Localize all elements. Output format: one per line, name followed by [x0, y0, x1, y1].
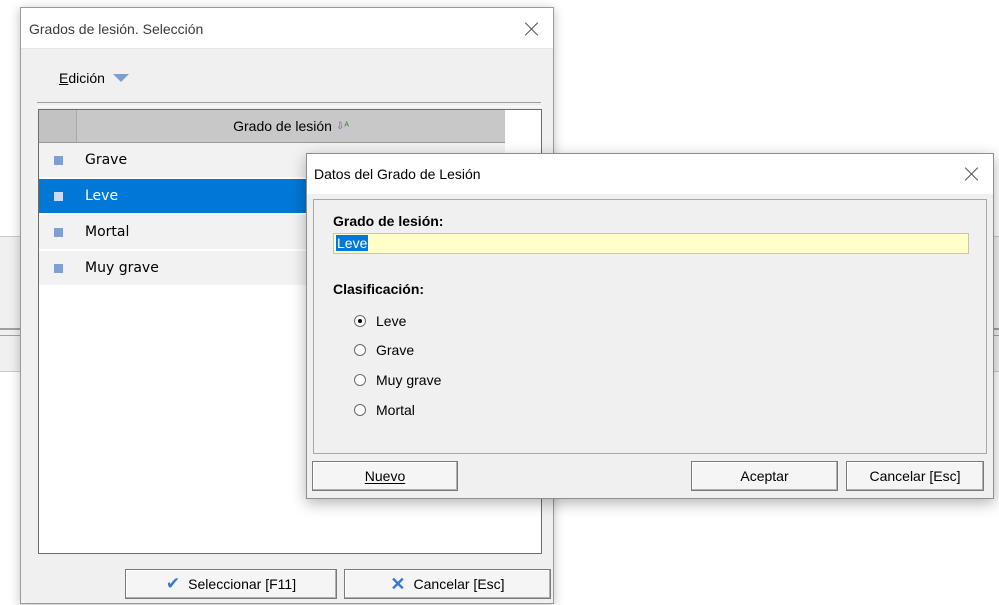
grado-lesion-label: Grado de lesión:: [333, 213, 444, 229]
dropdown-arrow-icon: [112, 74, 129, 82]
row-label: Muy grave: [85, 260, 159, 276]
radio-mortal[interactable]: Mortal: [354, 401, 415, 419]
menu-separator: [37, 102, 541, 107]
radio-leve[interactable]: Leve: [354, 312, 406, 330]
new-button-label: Nuevo: [364, 468, 406, 484]
radio-button[interactable]: [354, 374, 366, 386]
radio-button[interactable]: [354, 344, 366, 356]
radio-button-checked[interactable]: [354, 315, 366, 327]
accept-button-label: Aceptar: [740, 468, 789, 484]
radio-label: Muy grave: [376, 372, 442, 388]
clasificacion-label: Clasificación:: [333, 281, 425, 297]
row-indicator-icon: [54, 264, 63, 273]
radio-button[interactable]: [354, 404, 366, 416]
dialog-cancel-button[interactable]: Cancelar [Esc]: [846, 461, 984, 491]
new-button[interactable]: Nuevo: [312, 461, 458, 491]
row-indicator-icon: [54, 192, 63, 201]
edit-menu[interactable]: Edición: [59, 68, 129, 88]
dialog-form-panel: Grado de lesión: Leve Clasificación: Lev…: [313, 199, 987, 454]
radio-label: Leve: [376, 313, 407, 329]
cancel-x-icon: ✕: [390, 573, 406, 594]
grado-lesion-input[interactable]: Leve: [333, 233, 969, 254]
close-icon[interactable]: [963, 165, 981, 183]
dialog-titlebar[interactable]: Datos del Grado de Lesión: [307, 154, 993, 194]
input-value: Leve: [336, 235, 369, 251]
row-label: Mortal: [85, 224, 130, 240]
window-title: Grados de lesión. Selección: [29, 21, 204, 37]
edit-menu-label: Edición: [59, 70, 105, 86]
cancel-button-label: Cancelar [Esc]: [413, 576, 505, 592]
radio-label: Grave: [376, 342, 415, 358]
row-indicator-icon: [54, 156, 63, 165]
radio-label: Mortal: [376, 402, 415, 418]
sort-az-icon: ⇩ᴬ: [335, 120, 349, 132]
window-titlebar[interactable]: Grados de lesión. Selección: [21, 8, 553, 49]
radio-grave[interactable]: Grave: [354, 341, 414, 359]
radio-muy-grave[interactable]: Muy grave: [354, 371, 441, 389]
row-label: Leve: [85, 188, 119, 204]
select-button[interactable]: ✔ Seleccionar [F11]: [125, 569, 337, 599]
select-button-label: Seleccionar [F11]: [188, 576, 297, 592]
grado-lesion-dialog: Datos del Grado de Lesión Grado de lesió…: [306, 153, 994, 499]
row-label: Grave: [85, 152, 128, 168]
close-icon[interactable]: [523, 20, 541, 38]
grid-header: Grado de lesión ⇩ᴬ: [39, 110, 505, 143]
cancel-button[interactable]: ✕ Cancelar [Esc]: [344, 569, 551, 599]
grid-header-corner: [39, 110, 77, 142]
row-indicator-icon: [54, 228, 63, 237]
dialog-cancel-button-label: Cancelar [Esc]: [869, 468, 961, 484]
dialog-title: Datos del Grado de Lesión: [314, 166, 481, 182]
column-header-grado[interactable]: Grado de lesión ⇩ᴬ: [77, 110, 505, 142]
checkmark-icon: ✔: [165, 574, 181, 593]
accept-button[interactable]: Aceptar: [691, 461, 838, 491]
column-header-label: Grado de lesión: [233, 118, 332, 134]
